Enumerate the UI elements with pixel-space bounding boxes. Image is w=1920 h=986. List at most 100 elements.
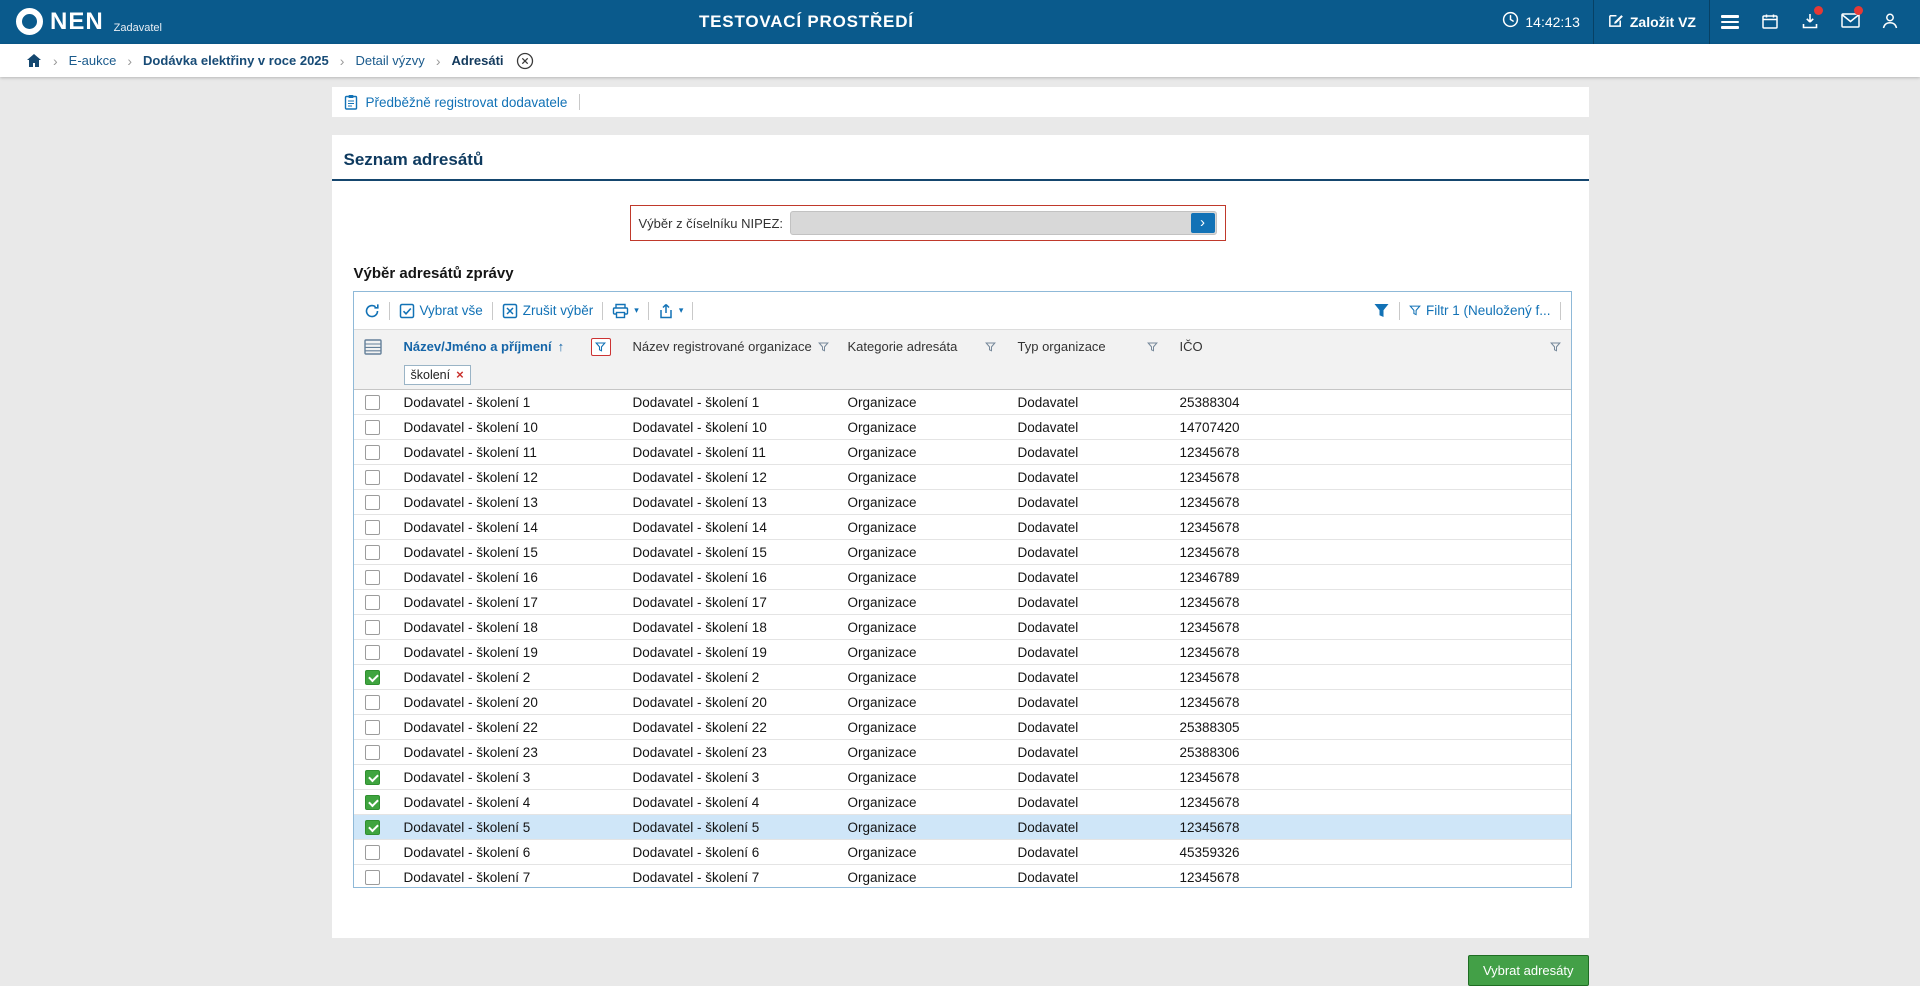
breadcrumb-item-zakazka[interactable]: Dodávka elektřiny v roce 2025 (143, 53, 329, 68)
column-header-type[interactable]: Typ organizace (1006, 339, 1168, 354)
row-checkbox[interactable] (365, 720, 380, 735)
cell-org: Dodavatel - školení 22 (621, 720, 836, 735)
clipboard-icon (344, 94, 358, 110)
filter-chip[interactable]: školení × (404, 365, 471, 385)
select-addressees-button[interactable]: Vybrat adresáty (1468, 955, 1589, 986)
table-row[interactable]: Dodavatel - školení 2 Dodavatel - školen… (354, 665, 1571, 690)
profile-button[interactable] (1870, 0, 1910, 44)
row-checkbox[interactable] (365, 845, 380, 860)
cell-ico: 25388306 (1168, 745, 1571, 760)
filter-button[interactable] (1373, 303, 1390, 318)
table-row[interactable]: Dodavatel - školení 14 Dodavatel - škole… (354, 515, 1571, 540)
row-checkbox[interactable] (365, 495, 380, 510)
column-filter-icon[interactable] (1550, 342, 1561, 352)
clock-time: 14:42:13 (1525, 14, 1580, 30)
table-row[interactable]: Dodavatel - školení 16 Dodavatel - škole… (354, 565, 1571, 590)
row-checkbox[interactable] (365, 520, 380, 535)
table-row[interactable]: Dodavatel - školení 13 Dodavatel - škole… (354, 490, 1571, 515)
funnel-outline-icon (1409, 305, 1421, 316)
footer-actions: Vybrat adresáty (332, 955, 1589, 986)
row-checkbox[interactable] (365, 745, 380, 760)
select-all-button[interactable]: Vybrat vše (399, 303, 483, 319)
column-header-org[interactable]: Název registrované organizace (621, 339, 836, 354)
row-checkbox[interactable] (365, 570, 380, 585)
table-row[interactable]: Dodavatel - školení 1 Dodavatel - školen… (354, 390, 1571, 415)
column-filter-icon[interactable] (818, 342, 829, 352)
cell-name: Dodavatel - školení 10 (392, 420, 621, 435)
table-row[interactable]: Dodavatel - školení 19 Dodavatel - škole… (354, 640, 1571, 665)
clear-selection-button[interactable]: Zrušit výběr (502, 303, 594, 319)
table-row[interactable]: Dodavatel - školení 18 Dodavatel - škole… (354, 615, 1571, 640)
active-filter-label: Filtr 1 (Neuložený f... (1426, 303, 1551, 318)
table-row[interactable]: Dodavatel - školení 11 Dodavatel - škole… (354, 440, 1571, 465)
cell-ico: 12345678 (1168, 470, 1571, 485)
table-row[interactable]: Dodavatel - školení 23 Dodavatel - škole… (354, 740, 1571, 765)
row-checkbox[interactable] (365, 795, 380, 810)
cell-name: Dodavatel - školení 17 (392, 595, 621, 610)
table-row[interactable]: Dodavatel - školení 22 Dodavatel - škole… (354, 715, 1571, 740)
column-header-ico[interactable]: IČO (1168, 339, 1571, 354)
cell-org: Dodavatel - školení 10 (621, 420, 836, 435)
breadcrumb: › E-aukce › Dodávka elektřiny v roce 202… (0, 44, 1920, 77)
table-row[interactable]: Dodavatel - školení 7 Dodavatel - školen… (354, 865, 1571, 887)
create-vz-button[interactable]: Založit VZ (1594, 0, 1709, 44)
close-page-icon[interactable] (516, 52, 534, 70)
row-checkbox[interactable] (365, 395, 380, 410)
row-checkbox[interactable] (365, 820, 380, 835)
row-checkbox[interactable] (365, 620, 380, 635)
row-checkbox[interactable] (365, 695, 380, 710)
brand-subtitle: Zadavatel (114, 22, 162, 39)
table-row[interactable]: Dodavatel - školení 20 Dodavatel - škole… (354, 690, 1571, 715)
cell-org: Dodavatel - školení 17 (621, 595, 836, 610)
nipez-picker-field[interactable]: › (790, 211, 1217, 235)
column-filter-icon[interactable] (985, 342, 996, 352)
filter-chip-remove-icon[interactable]: × (456, 368, 464, 381)
cell-category: Organizace (836, 470, 1006, 485)
table-row[interactable]: Dodavatel - školení 17 Dodavatel - škole… (354, 590, 1571, 615)
table-row[interactable]: Dodavatel - školení 12 Dodavatel - škole… (354, 465, 1571, 490)
messages-button[interactable] (1830, 0, 1870, 44)
print-button[interactable]: ▾ (612, 303, 639, 319)
column-filter-icon[interactable] (1147, 342, 1158, 352)
cell-type: Dodavatel (1006, 695, 1168, 710)
cell-org: Dodavatel - školení 20 (621, 695, 836, 710)
table-row[interactable]: Dodavatel - školení 4 Dodavatel - školen… (354, 790, 1571, 815)
table-row[interactable]: Dodavatel - školení 5 Dodavatel - školen… (354, 815, 1571, 840)
cell-type: Dodavatel (1006, 795, 1168, 810)
table-row[interactable]: Dodavatel - školení 6 Dodavatel - školen… (354, 840, 1571, 865)
row-checkbox[interactable] (365, 595, 380, 610)
row-checkbox[interactable] (365, 445, 380, 460)
active-filter-selector[interactable]: Filtr 1 (Neuložený f... (1409, 303, 1551, 318)
export-button[interactable]: ▾ (658, 303, 684, 319)
table-row[interactable]: Dodavatel - školení 15 Dodavatel - škole… (354, 540, 1571, 565)
row-checkbox[interactable] (365, 670, 380, 685)
breadcrumb-separator: › (127, 53, 132, 69)
home-icon[interactable] (26, 53, 42, 68)
table-row[interactable]: Dodavatel - školení 10 Dodavatel - škole… (354, 415, 1571, 440)
sort-ascending-icon: ↑ (558, 339, 565, 354)
breadcrumb-item-detail-vyzvy[interactable]: Detail výzvy (355, 53, 424, 68)
nipez-open-button[interactable]: › (1191, 213, 1215, 233)
refresh-button[interactable] (364, 303, 380, 319)
downloads-button[interactable] (1790, 0, 1830, 44)
nen-logo[interactable]: NEN Zadavatel (16, 5, 162, 39)
table-row[interactable]: Dodavatel - školení 3 Dodavatel - školen… (354, 765, 1571, 790)
row-checkbox[interactable] (365, 545, 380, 560)
row-checkbox[interactable] (365, 870, 380, 885)
column-header-category[interactable]: Kategorie adresáta (836, 339, 1006, 354)
breadcrumb-item-e-aukce[interactable]: E-aukce (69, 53, 117, 68)
menu-button[interactable] (1710, 0, 1750, 44)
row-checkbox[interactable] (365, 770, 380, 785)
column-header-name[interactable]: Název/Jméno a příjmení ↑ (392, 338, 621, 356)
calendar-button[interactable] (1750, 0, 1790, 44)
cell-type: Dodavatel (1006, 595, 1168, 610)
row-checkbox[interactable] (365, 420, 380, 435)
pre-register-supplier-link[interactable]: Předběžně registrovat dodavatele (366, 95, 568, 110)
column-filter-active-icon[interactable] (591, 338, 611, 356)
row-checkbox[interactable] (365, 645, 380, 660)
column-label-type: Typ organizace (1018, 339, 1106, 354)
column-tools-icon[interactable] (354, 339, 392, 355)
row-checkbox[interactable] (365, 470, 380, 485)
clear-selection-label: Zrušit výběr (523, 303, 594, 318)
clock-icon (1502, 11, 1519, 33)
